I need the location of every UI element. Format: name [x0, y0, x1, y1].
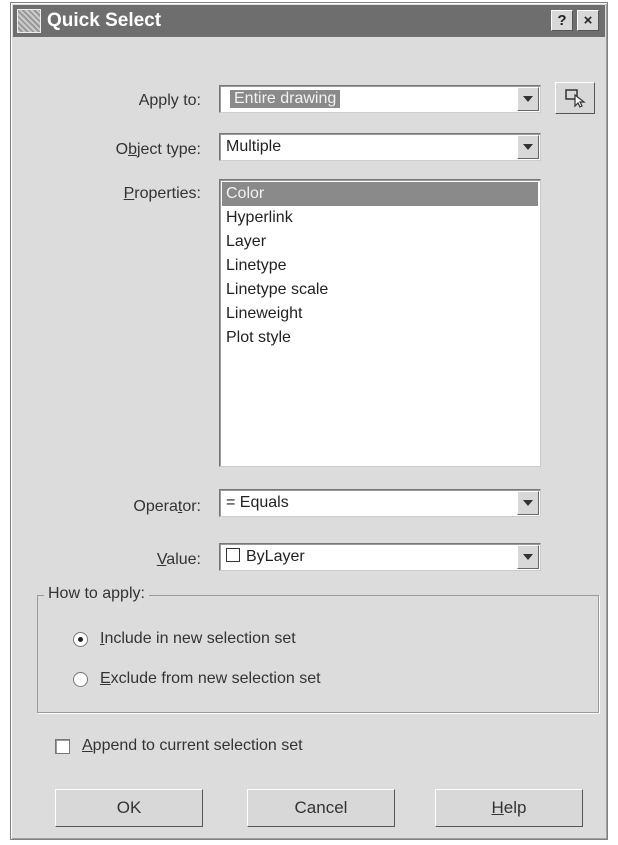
chevron-down-icon[interactable] — [517, 491, 539, 515]
apply-to-dropdown[interactable]: Entire drawing — [219, 85, 541, 113]
window-title: Quick Select — [47, 10, 162, 31]
append-checkbox[interactable]: Append to current selection set — [55, 737, 303, 755]
color-swatch-icon — [226, 548, 240, 562]
apply-to-value: Entire drawing — [230, 90, 341, 108]
value-label: Value: — [156, 551, 201, 568]
operator-label: Operator: — [133, 498, 201, 515]
list-item[interactable]: Linetype scale — [220, 278, 540, 302]
operator-value: = Equals — [226, 494, 289, 511]
list-item[interactable]: Hyperlink — [220, 206, 540, 230]
object-type-value: Multiple — [226, 138, 282, 155]
include-label: Include in new selection set — [100, 630, 296, 647]
how-to-apply-title: How to apply: — [44, 585, 149, 603]
checkbox-icon[interactable] — [55, 738, 70, 754]
operator-dropdown[interactable]: = Equals — [219, 489, 541, 517]
radio-button-icon[interactable] — [73, 631, 88, 647]
cancel-button[interactable]: Cancel — [247, 789, 395, 827]
chevron-down-icon[interactable] — [517, 87, 539, 111]
append-label: Append to current selection set — [82, 737, 303, 754]
chevron-down-icon[interactable] — [517, 545, 539, 569]
properties-list[interactable]: Color Hyperlink Layer Linetype Linetype … — [219, 179, 541, 467]
select-objects-button[interactable] — [555, 82, 595, 114]
quick-select-dialog: Quick Select ? × Apply to: Entire drawin… — [10, 2, 608, 840]
app-icon — [17, 9, 41, 33]
apply-to-label: Apply to: — [138, 92, 201, 109]
exclude-radio[interactable]: Exclude from new selection set — [73, 670, 321, 688]
list-item[interactable]: Color — [222, 182, 538, 206]
close-button[interactable]: × — [577, 10, 599, 31]
select-objects-icon — [565, 89, 586, 108]
list-item[interactable]: Layer — [220, 230, 540, 254]
object-type-dropdown[interactable]: Multiple — [219, 133, 541, 161]
how-to-apply-group: How to apply: — [37, 585, 599, 713]
help-button[interactable]: Help — [435, 789, 583, 827]
list-item[interactable]: Plot style — [220, 326, 540, 350]
exclude-label: Exclude from new selection set — [100, 670, 321, 687]
list-item[interactable]: Lineweight — [220, 302, 540, 326]
list-item[interactable]: Linetype — [220, 254, 540, 278]
ok-button[interactable]: OK — [55, 789, 203, 827]
title-bar[interactable]: Quick Select ? × — [13, 5, 605, 37]
value-dropdown[interactable]: ByLayer — [219, 543, 541, 571]
properties-label: Properties: — [123, 185, 201, 202]
chevron-down-icon[interactable] — [517, 135, 539, 159]
include-radio[interactable]: Include in new selection set — [73, 630, 296, 648]
value-text: ByLayer — [246, 548, 305, 565]
help-question-button[interactable]: ? — [551, 10, 573, 31]
radio-button-icon[interactable] — [73, 671, 88, 687]
object-type-label: Object type: — [115, 141, 201, 158]
